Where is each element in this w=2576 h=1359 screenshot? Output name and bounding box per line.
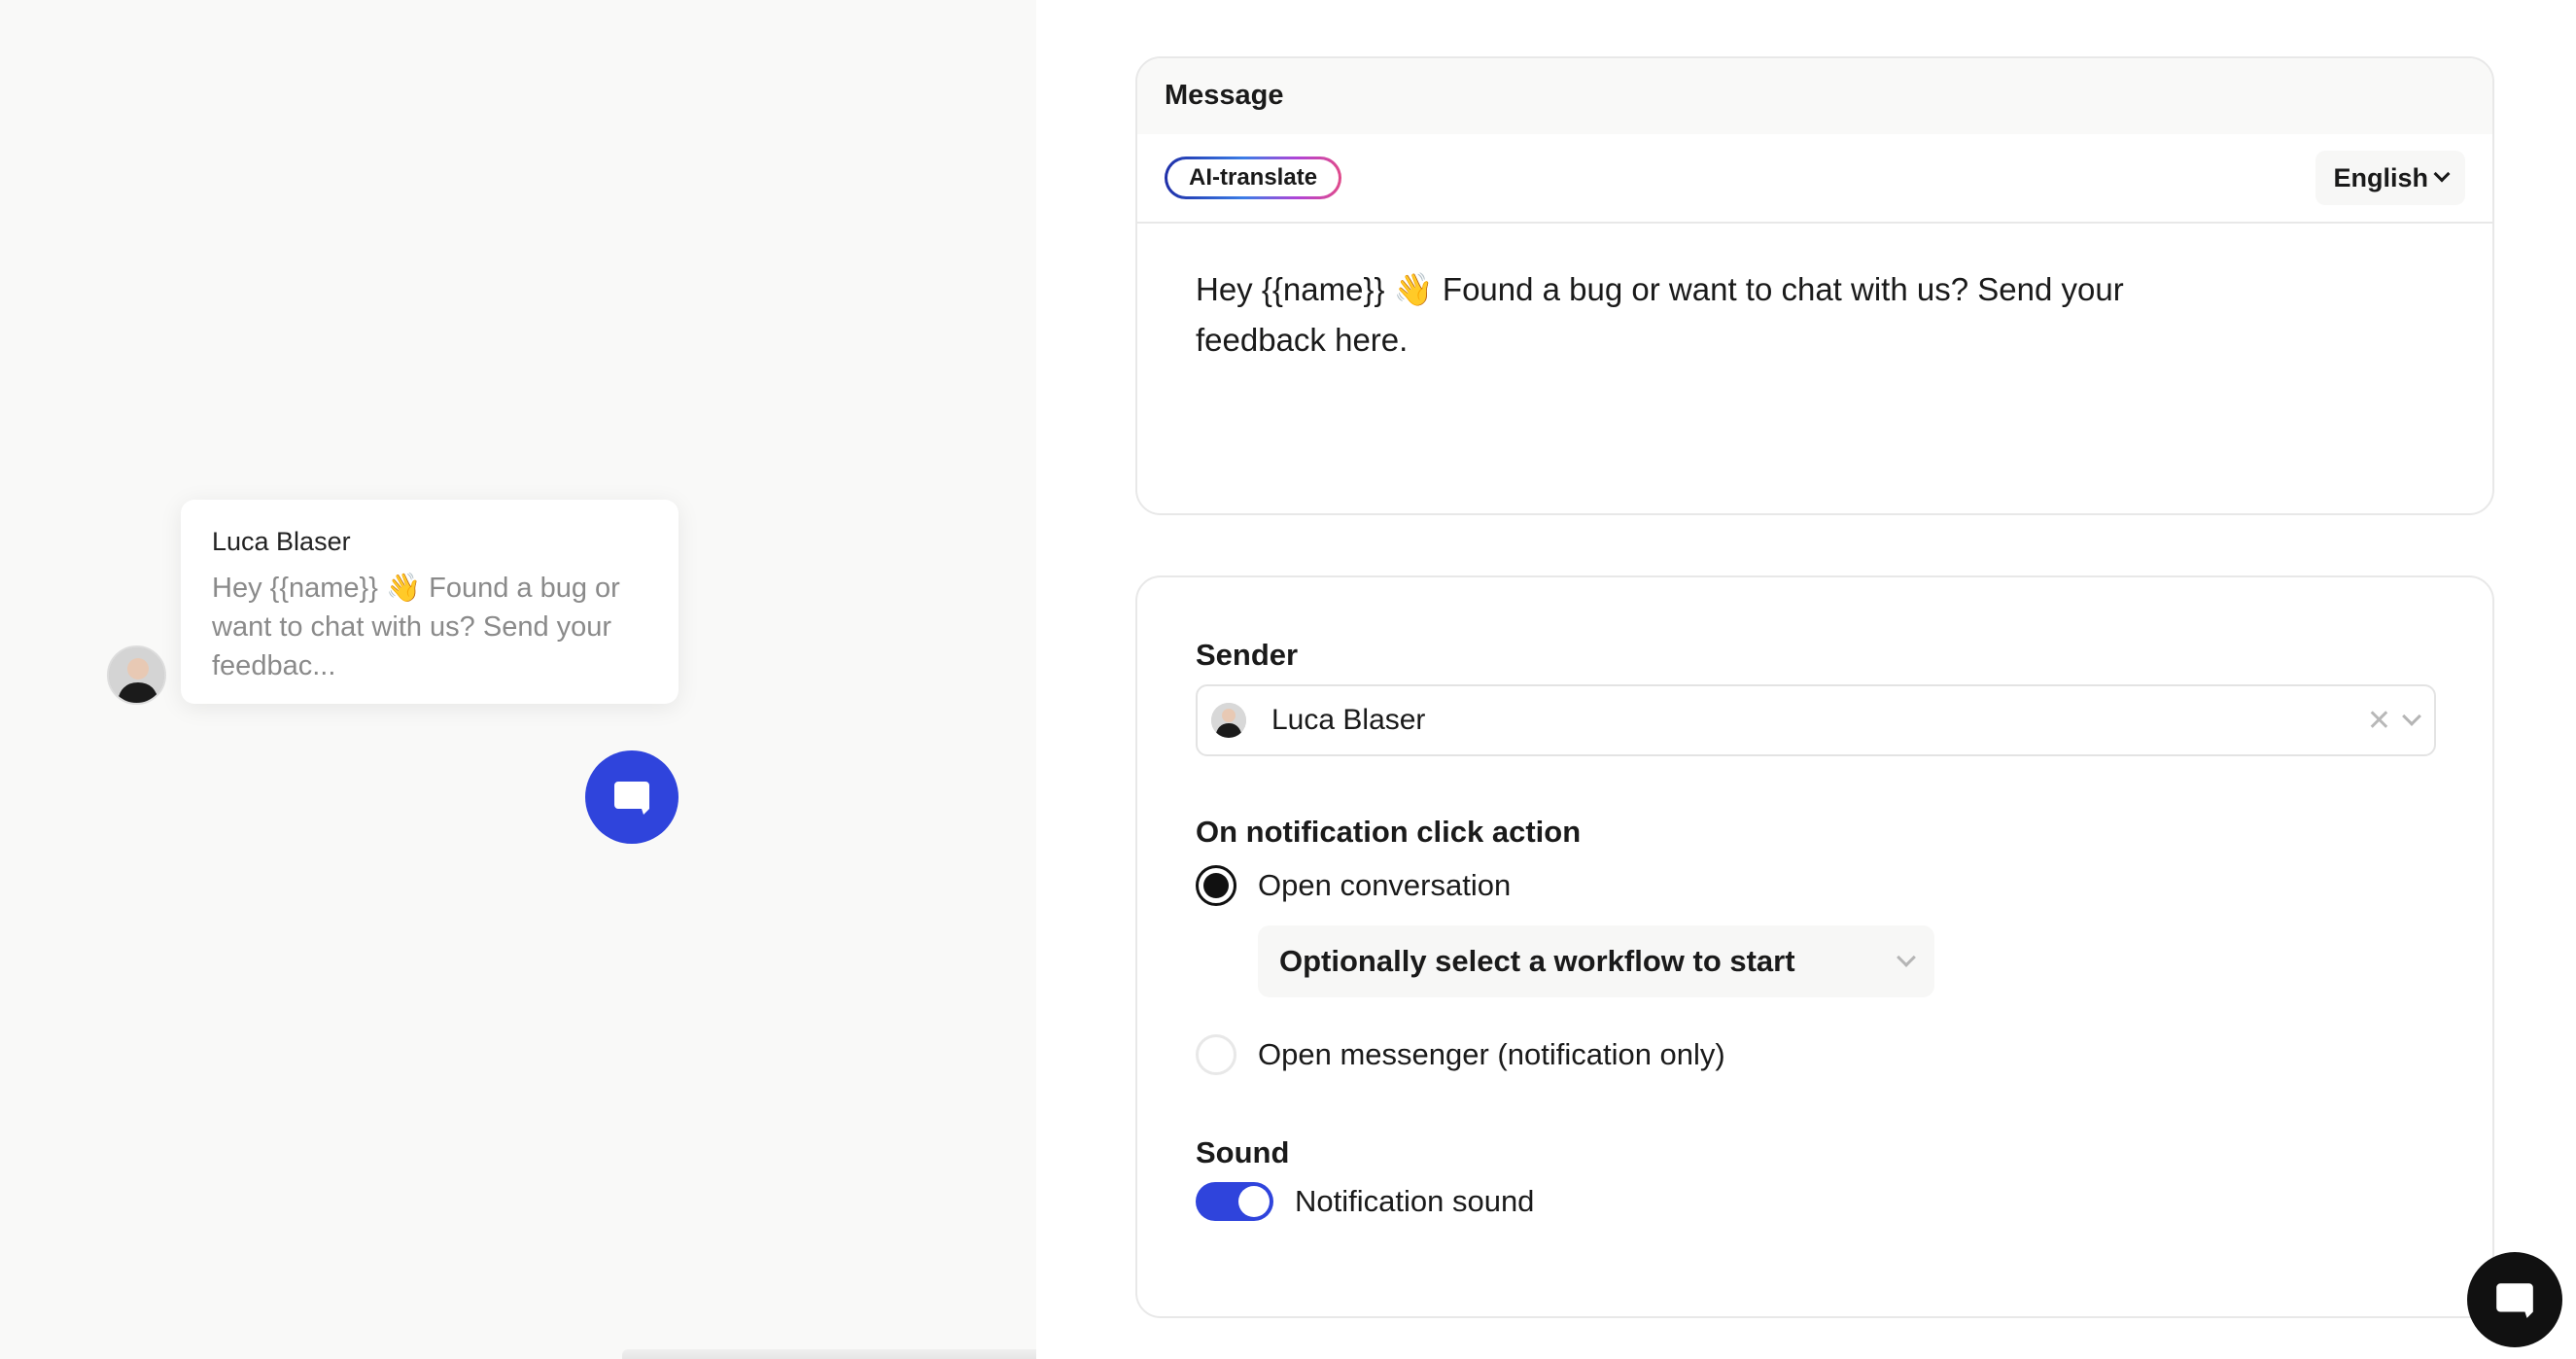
message-toolbar: AI-translate English xyxy=(1137,134,2492,224)
workflow-placeholder: Optionally select a workflow to start xyxy=(1279,944,1795,978)
option-open-messenger[interactable]: Open messenger (notification only) xyxy=(1196,1034,1725,1075)
chat-bubble-icon xyxy=(2496,1283,2533,1318)
option-open-conversation[interactable]: Open conversation xyxy=(1196,865,1511,906)
avatar xyxy=(107,645,166,705)
message-card: Message AI-translate English Hey {{name}… xyxy=(1135,56,2494,515)
sender-label: Sender xyxy=(1196,638,1299,672)
ai-translate-button[interactable]: AI-translate xyxy=(1165,157,1341,199)
messenger-launcher-button[interactable] xyxy=(585,750,679,844)
chevron-down-icon xyxy=(1897,948,1916,967)
radio-open-messenger[interactable] xyxy=(1196,1034,1236,1075)
settings-card: Sender Luca Blaser ✕ On notification cli… xyxy=(1135,575,2494,1318)
close-icon[interactable]: ✕ xyxy=(2367,704,2391,738)
sound-label: Sound xyxy=(1196,1135,1290,1169)
avatar-person-icon xyxy=(109,647,164,703)
language-select[interactable]: English xyxy=(2315,151,2465,205)
workflow-select[interactable]: Optionally select a workflow to start xyxy=(1258,925,1934,997)
preview-message-text: Hey {{name}} 👋 Found a bug or want to ch… xyxy=(212,573,620,681)
message-editor[interactable]: Hey {{name}} 👋 Found a bug or want to ch… xyxy=(1137,224,2265,406)
chat-bubble-icon xyxy=(614,782,649,815)
click-action-label: On notification click action xyxy=(1196,815,1582,849)
preview-sender-name: Luca Blaser xyxy=(212,527,351,556)
chevron-down-icon[interactable] xyxy=(2402,707,2421,726)
sender-value: Luca Blaser xyxy=(1271,704,1426,736)
language-value: English xyxy=(2333,162,2428,192)
notification-preview-card: Luca Blaser Hey {{name}} 👋 Found a bug o… xyxy=(181,500,679,704)
option-open-conversation-label: Open conversation xyxy=(1258,868,1512,902)
avatar-person-icon xyxy=(1211,703,1246,738)
preview-pane: Luca Blaser Hey {{name}} 👋 Found a bug o… xyxy=(0,0,1672,1359)
notification-sound-toggle[interactable] xyxy=(1196,1182,1273,1221)
help-chat-launcher-button[interactable] xyxy=(2467,1252,2562,1347)
sender-avatar xyxy=(1211,703,1246,738)
notification-sound-row[interactable]: Notification sound xyxy=(1196,1182,1534,1221)
radio-open-conversation[interactable] xyxy=(1196,865,1236,906)
option-open-messenger-label: Open messenger (notification only) xyxy=(1258,1037,1725,1071)
message-section-title: Message xyxy=(1137,58,2492,134)
sender-select[interactable]: Luca Blaser ✕ xyxy=(1196,684,2436,756)
chevron-down-icon xyxy=(2433,165,2451,183)
notification-sound-label: Notification sound xyxy=(1295,1184,1535,1218)
